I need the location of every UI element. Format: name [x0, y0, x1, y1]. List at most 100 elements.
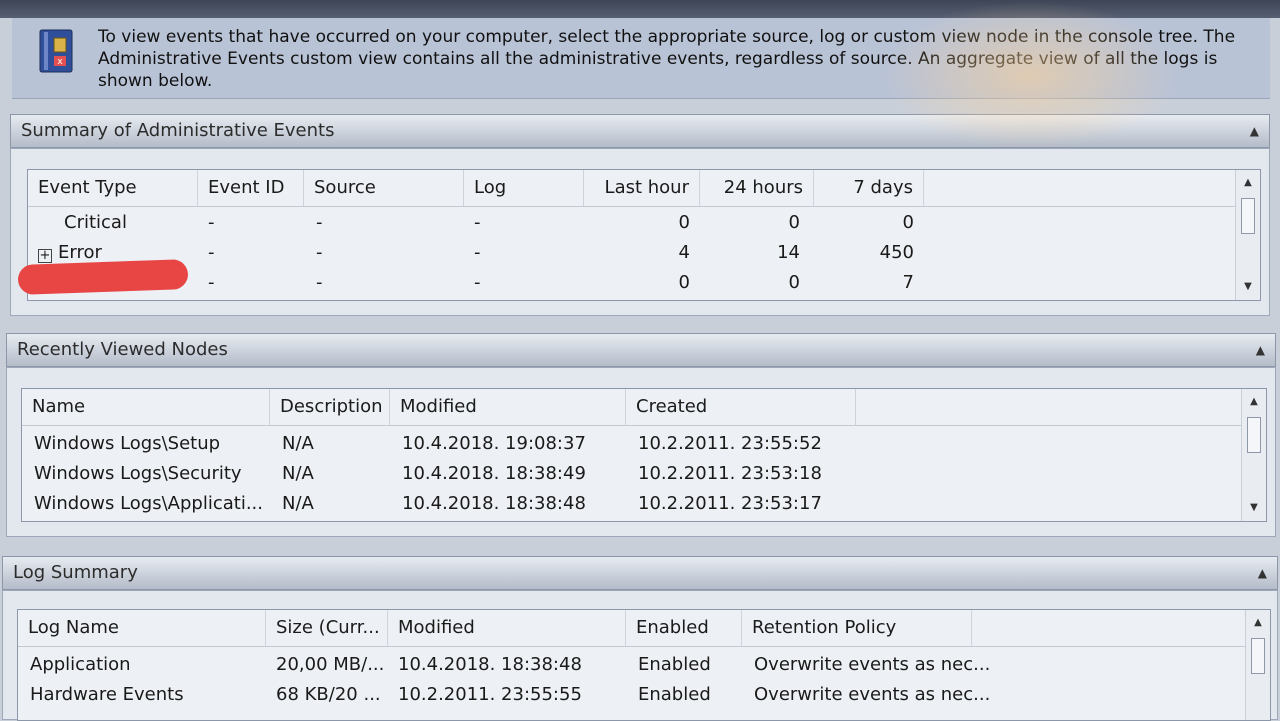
col-created[interactable]: Created — [626, 389, 856, 425]
scroll-down-icon[interactable]: ▼ — [1236, 278, 1260, 296]
scroll-up-icon[interactable]: ▲ — [1242, 393, 1266, 411]
table-row[interactable]: Windows Logs\Security N/A 10.4.2018. 18:… — [22, 459, 1266, 489]
node-name: Windows Logs\Setup — [34, 433, 221, 454]
node-modified: 10.4.2018. 19:08:37 — [402, 433, 586, 454]
table-row[interactable]: Windows Logs\Applicati... N/A 10.4.2018.… — [22, 489, 1266, 519]
log-enabled: Enabled — [638, 684, 711, 705]
table-row[interactable]: Windows Logs\Setup N/A 10.4.2018. 19:08:… — [22, 429, 1266, 459]
hours-24: 0 — [788, 212, 800, 233]
hours-24: 0 — [788, 272, 800, 293]
scroll-thumb[interactable] — [1241, 198, 1255, 234]
node-name: Windows Logs\Applicati... — [34, 493, 263, 514]
table-row[interactable]: Application 20,00 MB/... 10.4.2018. 18:3… — [18, 650, 1270, 680]
log-name: Application — [30, 654, 131, 675]
summary-grid: Event Type Event ID Source Log Last hour… — [27, 169, 1261, 301]
last-hour: 4 — [678, 242, 690, 263]
last-hour: 0 — [678, 212, 690, 233]
days-7: 450 — [879, 242, 914, 263]
node-modified: 10.4.2018. 18:38:48 — [402, 493, 586, 514]
recent-section-header[interactable]: Recently Viewed Nodes ▲ — [6, 333, 1276, 367]
node-description: N/A — [282, 493, 314, 514]
scroll-down-icon[interactable]: ▼ — [1242, 499, 1266, 517]
collapse-icon[interactable]: ▲ — [1250, 115, 1259, 147]
col-modified[interactable]: Modified — [390, 389, 626, 425]
node-description: N/A — [282, 433, 314, 454]
col-log-name[interactable]: Log Name — [18, 610, 266, 646]
summary-scrollbar[interactable]: ▲ ▼ — [1235, 170, 1260, 300]
log: - — [474, 212, 481, 233]
col-log[interactable]: Log — [464, 170, 584, 206]
col-7-days[interactable]: 7 days — [814, 170, 924, 206]
scroll-thumb[interactable] — [1247, 417, 1261, 453]
source: - — [316, 242, 323, 263]
expand-plus-icon[interactable]: + — [38, 249, 52, 263]
recent-section-title: Recently Viewed Nodes — [17, 339, 228, 360]
red-redaction-mark — [17, 259, 189, 295]
col-enabled[interactable]: Enabled — [626, 610, 742, 646]
col-source[interactable]: Source — [304, 170, 464, 206]
col-name[interactable]: Name — [22, 389, 270, 425]
table-row[interactable]: Hardware Events 68 KB/20 ... 10.2.2011. … — [18, 680, 1270, 710]
summary-section-header[interactable]: Summary of Administrative Events ▲ — [10, 114, 1270, 148]
recent-panel: Name Description Modified Created Window… — [6, 367, 1276, 537]
recent-header-row: Name Description Modified Created — [22, 389, 1266, 426]
scroll-up-icon[interactable]: ▲ — [1246, 614, 1270, 632]
days-7: 0 — [902, 212, 914, 233]
col-event-type[interactable]: Event Type — [28, 170, 198, 206]
intro-text: To view events that have occurred on you… — [98, 27, 1236, 91]
summary-header-row: Event Type Event ID Source Log Last hour… — [28, 170, 1260, 207]
col-modified[interactable]: Modified — [388, 610, 626, 646]
logsummary-scrollbar[interactable]: ▲ — [1245, 610, 1270, 720]
recent-scrollbar[interactable]: ▲ ▼ — [1241, 389, 1266, 521]
col-size[interactable]: Size (Curr... — [266, 610, 388, 646]
collapse-icon[interactable]: ▲ — [1256, 334, 1265, 366]
log-modified: 10.4.2018. 18:38:48 — [398, 654, 582, 675]
source: - — [316, 272, 323, 293]
log-name: Hardware Events — [30, 684, 184, 705]
col-24-hours[interactable]: 24 hours — [700, 170, 814, 206]
col-retention-policy[interactable]: Retention Policy — [742, 610, 972, 646]
log-size: 20,00 MB/... — [276, 654, 385, 675]
summary-section-title: Summary of Administrative Events — [21, 120, 335, 141]
days-7: 7 — [902, 272, 914, 293]
scroll-thumb[interactable] — [1251, 638, 1265, 674]
col-description[interactable]: Description — [270, 389, 390, 425]
recent-grid: Name Description Modified Created Window… — [21, 388, 1267, 522]
event-type: Error — [58, 242, 102, 263]
event-id: - — [208, 242, 215, 263]
scroll-up-icon[interactable]: ▲ — [1236, 174, 1260, 192]
event-id: - — [208, 272, 215, 293]
log-size: 68 KB/20 ... — [276, 684, 381, 705]
table-row[interactable]: Critical - - - 0 0 0 — [28, 208, 1260, 238]
event-type: Critical — [64, 212, 127, 233]
log: - — [474, 242, 481, 263]
logsummary-section-title: Log Summary — [13, 562, 138, 583]
log-enabled: Enabled — [638, 654, 711, 675]
node-created: 10.2.2011. 23:53:17 — [638, 493, 822, 514]
hours-24: 14 — [777, 242, 800, 263]
event-log-book-icon: x — [39, 29, 73, 73]
last-hour: 0 — [678, 272, 690, 293]
col-last-hour[interactable]: Last hour — [584, 170, 700, 206]
col-event-id[interactable]: Event ID — [198, 170, 304, 206]
logsummary-grid: Log Name Size (Curr... Modified Enabled … — [17, 609, 1271, 721]
node-modified: 10.4.2018. 18:38:49 — [402, 463, 586, 484]
logsummary-panel: Log Name Size (Curr... Modified Enabled … — [2, 590, 1278, 721]
top-title-bar — [0, 0, 1280, 18]
table-row[interactable]: + Error - - - 4 14 450 — [28, 238, 1260, 268]
event-id: - — [208, 212, 215, 233]
node-description: N/A — [282, 463, 314, 484]
node-created: 10.2.2011. 23:53:18 — [638, 463, 822, 484]
table-row[interactable]: - - - 0 0 7 — [28, 268, 1260, 298]
log-modified: 10.2.2011. 23:55:55 — [398, 684, 582, 705]
node-created: 10.2.2011. 23:55:52 — [638, 433, 822, 454]
log-retention: Overwrite events as nec... — [754, 684, 991, 705]
log: - — [474, 272, 481, 293]
node-name: Windows Logs\Security — [34, 463, 242, 484]
svg-text:x: x — [57, 57, 63, 67]
source: - — [316, 212, 323, 233]
collapse-icon[interactable]: ▲ — [1258, 557, 1267, 589]
summary-panel: Event Type Event ID Source Log Last hour… — [10, 148, 1270, 316]
logsummary-section-header[interactable]: Log Summary ▲ — [2, 556, 1278, 590]
intro-banner: x To view events that have occurred on y… — [12, 18, 1270, 99]
